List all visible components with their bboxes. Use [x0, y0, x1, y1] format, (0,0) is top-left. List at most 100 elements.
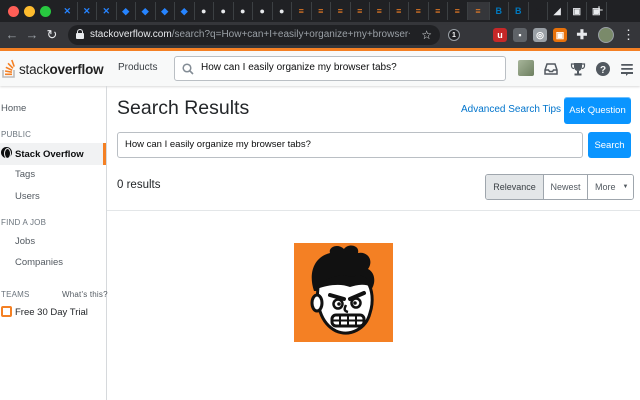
forward-arrow-icon[interactable]: →: [24, 27, 40, 43]
profile-avatar[interactable]: [598, 27, 614, 43]
extension-1-icon[interactable]: 1: [448, 29, 460, 41]
browser-tab[interactable]: ✕: [97, 2, 117, 20]
menu-kebab-icon[interactable]: ⋮: [622, 26, 635, 44]
sidebar-heading-public: PUBLIC: [1, 130, 32, 139]
whats-this-link[interactable]: What's this?: [62, 290, 108, 299]
sort-more-button[interactable]: More ▼: [587, 175, 633, 199]
browser-tab[interactable]: ≡: [370, 2, 390, 20]
new-tab-button[interactable]: +: [592, 3, 606, 18]
back-arrow-icon[interactable]: ←: [4, 27, 20, 43]
image-icon: ▣: [572, 5, 581, 16]
github-icon: ●: [259, 5, 265, 16]
browser-tab[interactable]: ✕: [58, 2, 78, 20]
header-search-input[interactable]: How can I easily organize my browser tab…: [174, 56, 506, 81]
stackoverflow-icon: ≡: [396, 5, 402, 16]
products-menu[interactable]: Products: [112, 60, 163, 75]
browser-tab[interactable]: ●: [273, 2, 292, 20]
site-switcher-icon[interactable]: [619, 61, 635, 77]
jira-icon: ✕: [82, 5, 91, 16]
extension-orange-icon[interactable]: ▣: [553, 28, 567, 42]
extensions-puzzle-icon[interactable]: ✚: [575, 27, 589, 42]
github-icon: ●: [240, 5, 246, 16]
stackoverflow-icon: ≡: [357, 5, 363, 16]
browser-tab[interactable]: ◆: [175, 2, 195, 20]
browser-tab[interactable]: ≡: [448, 2, 468, 20]
bookmark-star-icon[interactable]: ☆: [421, 27, 432, 43]
trello-icon: B: [515, 5, 522, 16]
jira-diamond-icon: ◆: [141, 5, 149, 16]
user-avatar[interactable]: [518, 60, 534, 76]
browser-tab[interactable]: ●: [253, 2, 273, 20]
sidebar-item-users[interactable]: Users: [15, 191, 40, 202]
search-button[interactable]: Search: [588, 132, 631, 158]
achievements-trophy-icon[interactable]: [570, 61, 586, 77]
browser-tab[interactable]: ●: [195, 2, 214, 20]
sidebar-item-label: Stack Overflow: [15, 149, 84, 160]
browser-tab[interactable]: ≡: [467, 2, 490, 20]
browser-tab[interactable]: ◢: [548, 2, 568, 20]
browser-tab[interactable]: ●: [234, 2, 253, 20]
ask-question-button[interactable]: Ask Question: [564, 97, 631, 124]
minimize-window-button[interactable]: [24, 6, 35, 17]
advanced-search-tips-link[interactable]: Advanced Search Tips: [461, 104, 561, 115]
browser-tab[interactable]: ◆: [156, 2, 175, 20]
sidebar-item-tags[interactable]: Tags: [15, 169, 35, 180]
sidebar-item-jobs[interactable]: Jobs: [15, 236, 35, 247]
browser-tab[interactable]: ≡: [312, 2, 331, 20]
help-icon[interactable]: ?: [595, 61, 611, 77]
briefcase-icon: [1, 306, 12, 317]
stackoverflow-icon: ≡: [415, 5, 421, 16]
jira-icon: ✕: [63, 5, 72, 16]
browser-toolbar: ← → ↻ stackoverflow.com/search?q=How+can…: [0, 22, 640, 48]
globe-icon: [1, 147, 12, 159]
site-header: stackoverflow Products How can I easily …: [0, 48, 640, 86]
browser-tab[interactable]: ≡: [409, 2, 429, 20]
browser-tab[interactable]: ≡: [429, 2, 448, 20]
svg-text:?: ?: [600, 65, 606, 76]
results-count: 0 results: [117, 179, 161, 191]
browser-tab[interactable]: ▣: [568, 2, 587, 20]
reload-icon[interactable]: ↻: [44, 27, 60, 43]
sort-newest-button[interactable]: Newest: [543, 175, 587, 199]
inbox-icon[interactable]: [543, 61, 559, 77]
browser-tab[interactable]: ◆: [136, 2, 156, 20]
trello-icon: B: [495, 5, 503, 16]
browser-tab[interactable]: ≡: [390, 2, 409, 20]
tab-list: ✕ ✕ ✕ ◆ ◆ ◆ ◆ ● ● ● ● ● ≡ ≡ ≡ ≡ ≡ ≡ ≡ ≡ ≡ ≡ B B A ◢ ▣ ▣: [58, 2, 608, 22]
search-input-value: How can I easily organize my browser tab…: [125, 139, 311, 150]
extension-square-icon[interactable]: ▪: [513, 28, 527, 42]
browser-tab[interactable]: B: [509, 2, 529, 20]
browser-tab[interactable]: B: [490, 2, 509, 20]
stackoverflow-icon: ≡: [435, 5, 441, 16]
browser-tab[interactable]: ◆: [117, 2, 136, 20]
browser-tab[interactable]: ≡: [292, 2, 312, 20]
browser-tab[interactable]: ≡: [331, 2, 351, 20]
search-extension-icon[interactable]: ◎: [533, 28, 547, 42]
browser-tab[interactable]: ●: [214, 2, 234, 20]
sort-relevance-button[interactable]: Relevance: [486, 175, 543, 199]
jira-diamond-icon: ◆: [180, 5, 188, 16]
stackoverflow-icon: ≡: [337, 5, 343, 16]
stackoverflow-icon: ≡: [454, 5, 460, 16]
close-window-button[interactable]: [8, 6, 19, 17]
url-text: stackoverflow.com/search?q=How+can+I+eas…: [90, 29, 410, 40]
search-input[interactable]: How can I easily organize my browser tab…: [117, 132, 583, 158]
free-trial-link[interactable]: Free 30 Day Trial: [15, 307, 88, 318]
ublock-extension-icon[interactable]: u: [493, 28, 507, 42]
browser-tab[interactable]: A: [529, 2, 548, 20]
site-logo[interactable]: stackoverflow: [2, 57, 104, 81]
sidebar-item-home[interactable]: Home: [1, 103, 26, 114]
divider: [107, 210, 640, 211]
stackoverflow-icon: ≡: [475, 5, 481, 16]
no-results-mascot-illustration: [294, 243, 393, 342]
stackoverflow-logo-icon: [2, 59, 15, 78]
sidebar-heading-teams: TEAMS: [1, 290, 30, 299]
browser-tab[interactable]: ≡: [351, 2, 370, 20]
sidebar-item-companies[interactable]: Companies: [15, 257, 63, 268]
header-search-value: How can I easily organize my browser tab…: [201, 62, 397, 73]
github-icon: ●: [220, 5, 226, 16]
maximize-window-button[interactable]: [40, 6, 51, 17]
address-bar[interactable]: stackoverflow.com/search?q=How+can+I+eas…: [68, 25, 440, 45]
browser-tab[interactable]: ✕: [78, 2, 97, 20]
linear-icon: ◢: [553, 5, 561, 16]
